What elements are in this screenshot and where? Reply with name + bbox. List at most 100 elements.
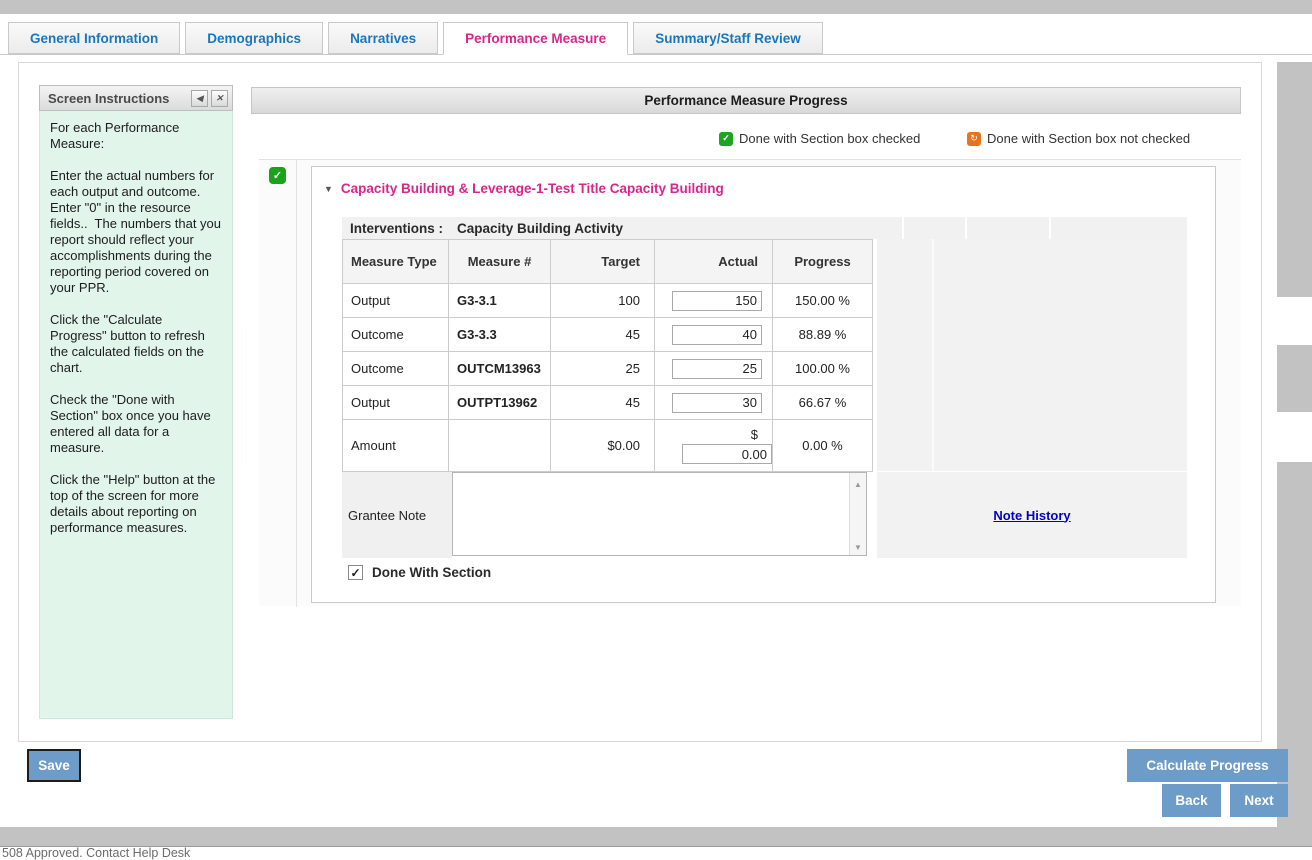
panel-splitter[interactable] xyxy=(240,331,249,461)
actual-input[interactable] xyxy=(672,359,762,379)
interventions-cell-gap xyxy=(902,217,904,239)
collapse-panel-button[interactable] xyxy=(191,90,208,107)
section-done-icon xyxy=(269,167,286,184)
page-title: Performance Measure Progress xyxy=(644,93,847,108)
col-header-progress: Progress xyxy=(773,240,873,284)
left-arrow-icon xyxy=(196,93,203,104)
screen-instructions-body: For each Performance Measure: Enter the … xyxy=(39,111,233,719)
tab-narratives[interactable]: Narratives xyxy=(328,22,438,54)
interventions-bar: Interventions : Capacity Building Activi… xyxy=(342,217,1187,239)
measure-number-cell: OUTPT13962 xyxy=(449,386,551,420)
measure-type-cell: Outcome xyxy=(343,318,449,352)
instruction-paragraph: Check the "Done with Section" box once y… xyxy=(50,392,222,456)
tab-label: Demographics xyxy=(207,31,301,46)
measure-number-cell: OUTCM13963 xyxy=(449,352,551,386)
close-icon xyxy=(216,93,224,104)
instruction-paragraph: Click the "Calculate Progress" button to… xyxy=(50,312,222,376)
scroll-up-icon[interactable] xyxy=(854,475,862,490)
legend-not-checked: Done with Section box not checked xyxy=(967,131,1190,146)
progress-cell: 100.00 % xyxy=(773,352,873,386)
actual-input[interactable] xyxy=(672,393,762,413)
screen-instructions-header: Screen Instructions xyxy=(39,85,233,111)
dollar-prefix: $ xyxy=(751,427,772,442)
instruction-paragraph: Click the "Help" button at the top of th… xyxy=(50,472,222,536)
grantee-note-label: Grantee Note xyxy=(342,472,452,558)
actual-cell xyxy=(655,284,773,318)
note-history-cell: Note History xyxy=(877,472,1187,558)
target-cell: 100 xyxy=(551,284,655,318)
screen-instructions-title: Screen Instructions xyxy=(48,91,188,106)
grantee-note-textarea[interactable] xyxy=(453,473,849,555)
interventions-cell-gap xyxy=(965,217,967,239)
legend-checked: Done with Section box checked xyxy=(719,131,920,146)
measure-type-cell: Amount xyxy=(343,420,449,472)
progress-cell: 88.89 % xyxy=(773,318,873,352)
right-band-notch xyxy=(1277,297,1312,345)
target-cell: 45 xyxy=(551,318,655,352)
bottom-chrome-bar xyxy=(0,827,1312,847)
col-header-target: Target xyxy=(551,240,655,284)
screen-instructions-panel: Screen Instructions For each Performance… xyxy=(39,85,233,719)
top-chrome-strip xyxy=(0,0,1312,14)
done-with-section-row: Done With Section xyxy=(348,565,491,580)
textarea-scrollbar[interactable] xyxy=(849,473,866,555)
tab-label: Summary/Staff Review xyxy=(655,31,801,46)
right-band-notch xyxy=(1277,412,1312,462)
measure-type-cell: Outcome xyxy=(343,352,449,386)
tab-label: Performance Measure xyxy=(465,31,606,46)
tab-general-information[interactable]: General Information xyxy=(8,22,180,54)
status-column-divider xyxy=(296,160,297,607)
done-with-section-label: Done With Section xyxy=(372,565,491,580)
target-cell: $0.00 xyxy=(551,420,655,472)
grantee-note-row: Grantee Note Note History xyxy=(342,472,1187,558)
tab-summary-staff-review[interactable]: Summary/Staff Review xyxy=(633,22,823,54)
section-unchecked-icon xyxy=(967,132,981,146)
interventions-label: Interventions : xyxy=(350,221,443,236)
section-title-row: Capacity Building & Leverage-1-Test Titl… xyxy=(324,181,724,196)
col-header-actual: Actual xyxy=(655,240,773,284)
target-cell: 45 xyxy=(551,386,655,420)
empty-columns-panel xyxy=(877,239,1187,471)
scroll-down-icon[interactable] xyxy=(854,538,862,553)
actual-input[interactable] xyxy=(672,291,762,311)
legend-checked-label: Done with Section box checked xyxy=(739,131,920,146)
close-panel-button[interactable] xyxy=(211,90,228,107)
legend-not-checked-label: Done with Section box not checked xyxy=(987,131,1190,146)
interventions-cell-gap xyxy=(1049,217,1051,239)
tabbar: General Information Demographics Narrati… xyxy=(8,22,823,55)
measure-section-panel: Capacity Building & Leverage-1-Test Titl… xyxy=(311,166,1216,603)
actual-cell: $ xyxy=(655,420,773,472)
progress-cell: 0.00 % xyxy=(773,420,873,472)
actual-cell xyxy=(655,318,773,352)
calculate-progress-button[interactable]: Calculate Progress xyxy=(1124,749,1288,782)
tab-demographics[interactable]: Demographics xyxy=(185,22,323,54)
main-panel-header: Performance Measure Progress xyxy=(251,87,1241,114)
section-checked-icon xyxy=(719,132,733,146)
next-button[interactable]: Next xyxy=(1227,784,1288,817)
triangle-down-icon[interactable] xyxy=(324,184,333,194)
measures-table: Measure Type Measure # Target Actual Pro… xyxy=(342,239,873,472)
back-button[interactable]: Back xyxy=(1159,784,1221,817)
tab-label: General Information xyxy=(30,31,158,46)
interventions-value: Capacity Building Activity xyxy=(457,221,623,236)
col-header-measure-type: Measure Type xyxy=(343,240,449,284)
actual-cell xyxy=(655,352,773,386)
save-button[interactable]: Save xyxy=(27,749,81,782)
actual-amount-input[interactable] xyxy=(682,444,772,464)
actual-input[interactable] xyxy=(672,325,762,345)
content-frame: Screen Instructions For each Performance… xyxy=(18,62,1262,742)
note-history-link[interactable]: Note History xyxy=(993,508,1070,523)
grantee-note-box xyxy=(452,472,867,556)
target-cell: 25 xyxy=(551,352,655,386)
tab-label: Narratives xyxy=(350,31,416,46)
section-title[interactable]: Capacity Building & Leverage-1-Test Titl… xyxy=(341,181,724,196)
progress-cell: 150.00 % xyxy=(773,284,873,318)
instruction-paragraph: Enter the actual numbers for each output… xyxy=(50,168,222,296)
measure-type-cell: Output xyxy=(343,386,449,420)
progress-cell: 66.67 % xyxy=(773,386,873,420)
measure-number-cell xyxy=(449,420,551,472)
tab-performance-measure[interactable]: Performance Measure xyxy=(443,22,628,55)
measure-type-cell: Output xyxy=(343,284,449,318)
actual-cell xyxy=(655,386,773,420)
done-with-section-checkbox[interactable] xyxy=(348,565,363,580)
